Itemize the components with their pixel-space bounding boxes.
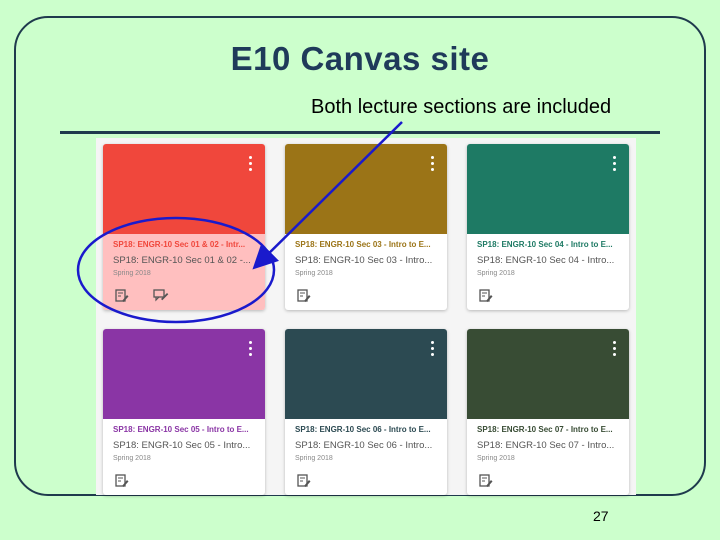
course-title[interactable]: SP18: ENGR-10 Sec 03 - Intro to E...: [295, 240, 437, 249]
course-title[interactable]: SP18: ENGR-10 Sec 07 - Intro to E...: [477, 425, 619, 434]
course-term: Spring 2018: [113, 270, 151, 277]
course-title[interactable]: SP18: ENGR-10 Sec 04 - Intro to E...: [477, 240, 619, 249]
assignments-icon[interactable]: [479, 474, 493, 488]
course-term: Spring 2018: [295, 455, 333, 462]
course-term: Spring 2018: [113, 455, 151, 462]
card-hero[interactable]: [467, 329, 629, 419]
course-subtitle: SP18: ENGR-10 Sec 01 & 02 -...: [113, 255, 251, 266]
slide-subtitle: Both lecture sections are included: [311, 96, 612, 118]
course-title[interactable]: SP18: ENGR-10 Sec 05 - Intro to E...: [113, 425, 255, 434]
card-options-icon[interactable]: [431, 156, 435, 171]
card-hero[interactable]: [103, 144, 265, 234]
card-hero[interactable]: [467, 144, 629, 234]
course-card[interactable]: SP18: ENGR-10 Sec 03 - Intro to E... SP1…: [285, 144, 447, 310]
card-options-icon[interactable]: [249, 156, 253, 171]
card-hero[interactable]: [285, 329, 447, 419]
course-card[interactable]: SP18: ENGR-10 Sec 07 - Intro to E... SP1…: [467, 329, 629, 495]
assignments-icon[interactable]: [115, 289, 129, 303]
course-term: Spring 2018: [295, 270, 333, 277]
course-subtitle: SP18: ENGR-10 Sec 07 - Intro...: [477, 440, 615, 451]
page-number: 27: [593, 508, 609, 524]
card-options-icon[interactable]: [431, 341, 435, 356]
card-options-icon[interactable]: [613, 341, 617, 356]
course-title[interactable]: SP18: ENGR-10 Sec 06 - Intro to E...: [295, 425, 437, 434]
course-term: Spring 2018: [477, 455, 515, 462]
course-dashboard: SP18: ENGR-10 Sec 01 & 02 - Intr... SP18…: [96, 138, 636, 495]
course-subtitle: SP18: ENGR-10 Sec 04 - Intro...: [477, 255, 615, 266]
assignments-icon[interactable]: [297, 289, 311, 303]
card-options-icon[interactable]: [613, 156, 617, 171]
course-term: Spring 2018: [477, 270, 515, 277]
assignments-icon[interactable]: [479, 289, 493, 303]
course-subtitle: SP18: ENGR-10 Sec 03 - Intro...: [295, 255, 433, 266]
course-subtitle: SP18: ENGR-10 Sec 06 - Intro...: [295, 440, 433, 451]
discussions-icon[interactable]: [153, 289, 169, 303]
course-card[interactable]: SP18: ENGR-10 Sec 04 - Intro to E... SP1…: [467, 144, 629, 310]
divider: [60, 131, 660, 134]
card-hero[interactable]: [103, 329, 265, 419]
course-card[interactable]: SP18: ENGR-10 Sec 05 - Intro to E... SP1…: [103, 329, 265, 495]
course-card[interactable]: SP18: ENGR-10 Sec 06 - Intro to E... SP1…: [285, 329, 447, 495]
slide-title: E10 Canvas site: [230, 40, 490, 77]
card-hero[interactable]: [285, 144, 447, 234]
assignments-icon[interactable]: [297, 474, 311, 488]
course-subtitle: SP18: ENGR-10 Sec 05 - Intro...: [113, 440, 251, 451]
card-options-icon[interactable]: [249, 341, 253, 356]
course-title[interactable]: SP18: ENGR-10 Sec 01 & 02 - Intr...: [113, 240, 255, 249]
assignments-icon[interactable]: [115, 474, 129, 488]
course-card[interactable]: SP18: ENGR-10 Sec 01 & 02 - Intr... SP18…: [103, 144, 265, 310]
